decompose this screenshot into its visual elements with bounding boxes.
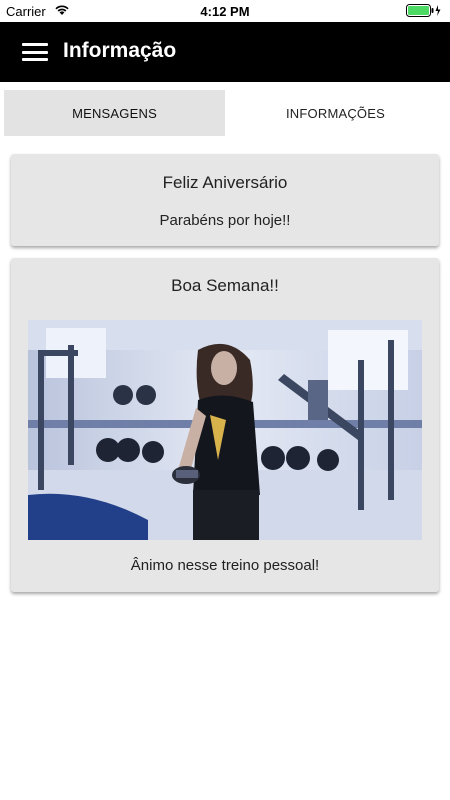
- clock: 4:12 PM: [200, 4, 250, 19]
- hamburger-menu-icon[interactable]: [22, 40, 48, 64]
- message-card[interactable]: Boa Semana!! Ânimo nesse treino pessoal!: [11, 258, 439, 592]
- message-text: Ânimo nesse treino pessoal!: [130, 557, 320, 574]
- message-card[interactable]: Feliz Aniversário Parabéns por hoje!!: [11, 154, 439, 246]
- tab-informacoes[interactable]: INFORMAÇÕES: [225, 90, 446, 136]
- status-bar: Carrier 4:12 PM: [0, 0, 450, 22]
- message-text: Parabéns por hoje!!: [159, 212, 291, 229]
- tab-bar: MENSAGENS INFORMAÇÕES: [0, 82, 450, 138]
- gym-photo-image: [28, 320, 422, 540]
- app-bar: Informação: [0, 22, 450, 82]
- tab-mensagens[interactable]: MENSAGENS: [4, 90, 225, 136]
- message-title: Feliz Aniversário: [162, 173, 288, 192]
- battery-icon: [406, 4, 442, 20]
- message-title: Boa Semana!!: [171, 276, 279, 295]
- page-title: Informação: [63, 39, 177, 62]
